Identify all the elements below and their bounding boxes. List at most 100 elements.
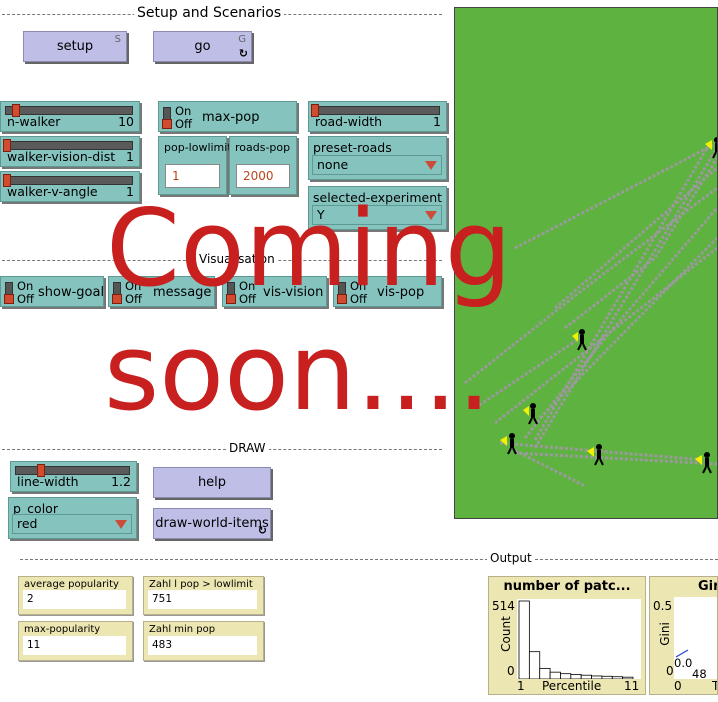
switch-on-label: On bbox=[239, 279, 256, 293]
plot-xlabel: Percentile bbox=[542, 679, 602, 693]
show-goal-label: show-goal bbox=[38, 285, 105, 300]
walker-v-angle-slider[interactable]: walker-v-angle 1 bbox=[0, 171, 140, 202]
n-walker-slider[interactable]: n-walker 10 bbox=[0, 101, 140, 132]
preset-roads-select[interactable]: none bbox=[312, 155, 442, 175]
n-walker-label: n-walker bbox=[7, 114, 61, 129]
plot-xmin-label: 1 bbox=[517, 679, 525, 693]
selected-experiment-select[interactable]: Y bbox=[312, 205, 442, 225]
trail-paths bbox=[464, 141, 717, 488]
plot-ymax-label: 514 bbox=[492, 599, 515, 613]
average-popularity-label: average popularity bbox=[24, 579, 119, 590]
vis-pop-label: vis-pop bbox=[377, 285, 425, 300]
selected-experiment-label: selected-experiment bbox=[313, 190, 443, 205]
message-label: message bbox=[153, 285, 212, 300]
max-popularity-monitor: max-popularity 11 bbox=[18, 621, 133, 661]
pop-lowlimit-label: pop-lowlimit bbox=[164, 141, 232, 154]
roads-pop-input[interactable]: roads-pop 2000 bbox=[229, 136, 297, 195]
zahl-min-pop-value: 483 bbox=[148, 636, 257, 655]
zahl-pop-lowlimit-monitor: Zahl l pop > lowlimit 751 bbox=[143, 576, 264, 615]
forever-loop-icon: ↻ bbox=[238, 47, 248, 60]
output-section-label: Output bbox=[487, 551, 535, 565]
max-popularity-value: 11 bbox=[23, 636, 126, 655]
plot-xmin-label: 0 bbox=[674, 679, 682, 693]
max-popularity-label: max-popularity bbox=[24, 624, 101, 635]
switch-off-label: Off bbox=[239, 292, 256, 306]
switch-on-label: On bbox=[17, 279, 34, 293]
gini-current-value: 0.0 bbox=[674, 656, 693, 670]
plot-title: Gini bbox=[698, 579, 717, 594]
draw-world-items-label: draw-world-items bbox=[155, 516, 269, 531]
plot-ylabel: Count bbox=[498, 616, 513, 652]
draw-divider-line bbox=[2, 449, 442, 450]
zahl-pop-lowlimit-value: 751 bbox=[148, 590, 257, 609]
dropdown-arrow-icon bbox=[115, 520, 127, 529]
help-button-label: help bbox=[197, 475, 227, 490]
gini-plot: Gini 0.5 0 Gini 0.0 48 0 T bbox=[649, 576, 718, 695]
road-width-slider[interactable]: road-width 1 bbox=[308, 101, 447, 132]
selected-experiment-chooser[interactable]: selected-experiment Y bbox=[308, 186, 447, 230]
walker-vision-dist-label: walker-vision-dist bbox=[7, 149, 116, 164]
average-popularity-value: 2 bbox=[23, 590, 126, 609]
walker-agent bbox=[587, 444, 604, 466]
walker-vision-dist-slider[interactable]: walker-vision-dist 1 bbox=[0, 136, 140, 167]
help-button[interactable]: help bbox=[153, 467, 271, 498]
road-width-label: road-width bbox=[315, 114, 383, 129]
switch-off-label: Off bbox=[125, 292, 142, 306]
switch-knob[interactable] bbox=[162, 119, 172, 129]
setup-section-label: Setup and Scenarios bbox=[134, 5, 285, 21]
histogram-bar bbox=[601, 675, 613, 680]
road-width-value: 1 bbox=[433, 114, 441, 129]
zahl-pop-lowlimit-label: Zahl l pop > lowlimit bbox=[149, 579, 253, 590]
draw-world-items-button[interactable]: draw-world-items ↻ bbox=[153, 508, 271, 539]
roads-pop-field[interactable]: 2000 bbox=[236, 164, 290, 188]
vis-vision-switch[interactable]: On Off vis-vision bbox=[222, 276, 327, 307]
coming-soon-overlay-line2: soon.... bbox=[104, 311, 491, 434]
patches-histogram-plot: number of patc... 514 0 Count 1 Percenti… bbox=[488, 576, 646, 695]
world-canvas bbox=[464, 137, 717, 488]
message-switch[interactable]: On Off message bbox=[108, 276, 215, 307]
max-pop-switch[interactable]: On Off max-pop bbox=[158, 101, 297, 132]
gini-tick-count: 48 bbox=[692, 667, 707, 681]
switch-off-label: Off bbox=[17, 292, 34, 306]
visualisation-section-label: Visualisation bbox=[196, 252, 278, 266]
vis-vision-label: vis-vision bbox=[263, 285, 324, 300]
show-goal-switch[interactable]: On Off show-goal bbox=[0, 276, 104, 307]
plot-ymin-label: 0 bbox=[666, 664, 674, 678]
n-walker-value: 10 bbox=[118, 114, 134, 129]
pop-lowlimit-input[interactable]: pop-lowlimit 1 bbox=[158, 136, 232, 195]
vis-pop-switch[interactable]: On Off vis-pop bbox=[333, 276, 442, 307]
walker-agents bbox=[500, 137, 717, 474]
draw-section-label: DRAW bbox=[226, 441, 269, 455]
pop-lowlimit-field[interactable]: 1 bbox=[165, 164, 220, 188]
world-view[interactable] bbox=[454, 7, 718, 519]
forever-loop-icon: ↻ bbox=[257, 524, 267, 537]
switch-on-label: On bbox=[350, 279, 367, 293]
histogram-bar bbox=[539, 667, 551, 680]
setup-shortcut-key: S bbox=[114, 34, 121, 45]
histogram-svg bbox=[518, 600, 634, 680]
switch-knob[interactable] bbox=[4, 294, 14, 304]
p-color-chooser[interactable]: p_color red bbox=[8, 497, 137, 539]
switch-knob[interactable] bbox=[337, 294, 347, 304]
histogram-bar bbox=[549, 671, 561, 680]
line-width-label: line-width bbox=[17, 474, 79, 489]
plot-xmax-label: T bbox=[712, 679, 717, 693]
switch-off-label: Off bbox=[175, 117, 192, 131]
setup-button[interactable]: setup S bbox=[23, 31, 127, 62]
switch-knob[interactable] bbox=[226, 294, 236, 304]
plot-ymin-label: 0 bbox=[507, 664, 515, 678]
p-color-select[interactable]: red bbox=[12, 514, 132, 534]
walker-v-angle-value: 1 bbox=[126, 184, 134, 199]
roads-pop-label: roads-pop bbox=[235, 141, 291, 154]
walker-agent bbox=[523, 403, 538, 425]
zahl-min-pop-label: Zahl min pop bbox=[149, 624, 216, 635]
go-button[interactable]: go G ↻ bbox=[153, 31, 252, 62]
switch-knob[interactable] bbox=[112, 294, 122, 304]
line-width-slider[interactable]: line-width 1.2 bbox=[10, 461, 137, 492]
zahl-min-pop-monitor: Zahl min pop 483 bbox=[143, 621, 264, 661]
preset-roads-chooser[interactable]: preset-roads none bbox=[308, 136, 447, 180]
line-width-value: 1.2 bbox=[111, 474, 131, 489]
average-popularity-monitor: average popularity 2 bbox=[18, 576, 133, 615]
plot-title: number of patc... bbox=[503, 579, 631, 594]
histogram-bar bbox=[518, 600, 530, 680]
